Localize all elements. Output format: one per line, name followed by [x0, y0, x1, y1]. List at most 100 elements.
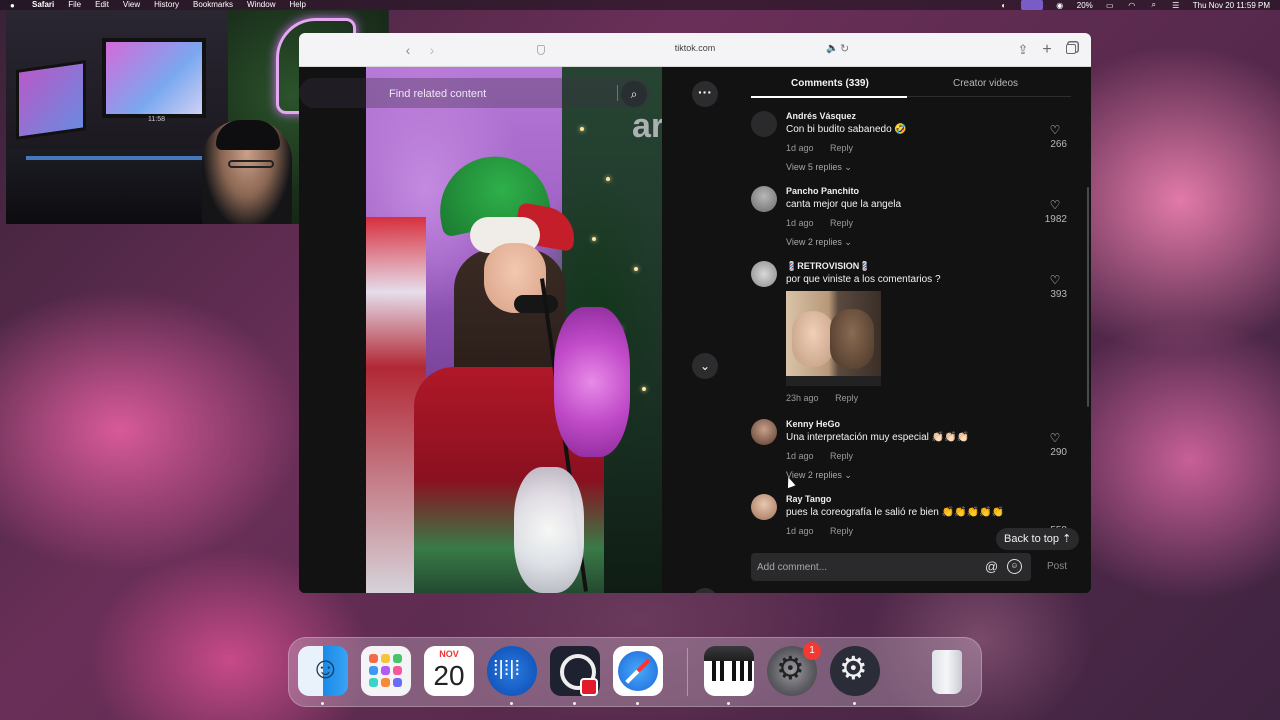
- running-indicator: [853, 702, 856, 705]
- menubar-datetime[interactable]: Thu Nov 20 11:59 PM: [1193, 1, 1270, 10]
- record-status-icon[interactable]: ◉: [1055, 1, 1065, 10]
- avatar[interactable]: [751, 261, 777, 287]
- more-options-icon[interactable]: ···: [692, 81, 718, 107]
- tabs-overview-icon[interactable]: [1063, 41, 1079, 59]
- menu-edit[interactable]: Edit: [95, 0, 109, 10]
- comment-author[interactable]: 💈RETROVISION💈: [786, 261, 870, 272]
- volume-icon[interactable]: 🔊: [692, 588, 718, 593]
- menu-view[interactable]: View: [123, 0, 140, 10]
- like-count: 266: [1050, 139, 1067, 150]
- emoji-icon[interactable]: ☺: [1007, 559, 1022, 574]
- tree-light: [592, 237, 596, 241]
- chevron-left-icon[interactable]: ‹: [400, 41, 416, 59]
- wifi-icon[interactable]: ◠: [1127, 1, 1137, 10]
- safari-icon[interactable]: [613, 646, 663, 696]
- heart-icon[interactable]: ♡: [1048, 273, 1062, 287]
- comment-meme-image[interactable]: [786, 291, 881, 386]
- panel-tabs: Comments (339) Creator videos: [751, 67, 1071, 98]
- apple-menu-icon[interactable]: ●: [10, 1, 20, 10]
- audio-playing-icon[interactable]: 🔈: [826, 43, 838, 54]
- comment-meta: 1d ago Reply: [786, 526, 853, 536]
- browser-toolbar: ‹ › tiktok.com 🔈 ↻ ⇪ +: [299, 33, 1091, 67]
- finder-icon[interactable]: [298, 646, 348, 696]
- webcam-desk-light: [26, 156, 216, 160]
- avatar[interactable]: [751, 111, 777, 137]
- calendar-icon[interactable]: NOV 20: [424, 646, 474, 696]
- comment-text: Con bi budito sabanedo 🤣: [786, 124, 907, 135]
- search-icon[interactable]: ⌕: [621, 81, 647, 107]
- safari-window: ‹ › tiktok.com 🔈 ↻ ⇪ + ar Find related c…: [299, 33, 1091, 593]
- reply-button[interactable]: Reply: [830, 451, 853, 461]
- launchpad-icon[interactable]: [361, 646, 411, 696]
- ai-status-icon[interactable]: ◐: [999, 1, 1009, 10]
- share-icon[interactable]: ⇪: [1015, 41, 1031, 59]
- reply-button[interactable]: Reply: [830, 143, 853, 153]
- comment-time: 23h ago: [786, 393, 819, 403]
- comments-scrollbar[interactable]: [1087, 187, 1089, 407]
- chatgpt-icon[interactable]: [830, 646, 880, 696]
- running-indicator: [321, 702, 324, 705]
- screen-share-icon[interactable]: [1020, 0, 1043, 10]
- avatar[interactable]: [751, 419, 777, 445]
- chevron-right-icon[interactable]: ›: [424, 41, 440, 59]
- battery-icon[interactable]: ▭: [1105, 1, 1115, 10]
- video-player[interactable]: ar: [366, 67, 662, 593]
- reply-button[interactable]: Reply: [830, 218, 853, 228]
- related-search-placeholder[interactable]: Find related content: [389, 88, 486, 100]
- calendar-day: 20: [433, 660, 465, 691]
- tab-creator-videos[interactable]: Creator videos: [953, 78, 1018, 90]
- heart-icon[interactable]: ♡: [1048, 198, 1062, 212]
- tree-light: [642, 387, 646, 391]
- comment-meta: 1d ago Reply: [786, 143, 853, 153]
- menu-bookmarks[interactable]: Bookmarks: [193, 0, 233, 10]
- heart-icon[interactable]: ♡: [1048, 123, 1062, 137]
- view-replies-button[interactable]: View 2 replies ⌄: [786, 470, 852, 481]
- tab-comments[interactable]: Comments (339): [791, 78, 869, 90]
- menu-history[interactable]: History: [154, 0, 179, 10]
- back-to-top-button[interactable]: Back to top ⇡: [996, 528, 1080, 550]
- running-indicator: [510, 702, 513, 705]
- comment-input-row: @ ☺: [751, 553, 1031, 581]
- reply-button[interactable]: Reply: [835, 393, 858, 403]
- address-bar-url[interactable]: tiktok.com: [645, 43, 745, 53]
- chevron-down-icon[interactable]: ⌄: [692, 353, 718, 379]
- mention-icon[interactable]: @: [985, 559, 998, 574]
- menu-app-name[interactable]: Safari: [32, 0, 54, 10]
- menu-help[interactable]: Help: [289, 0, 305, 10]
- privacy-shield-icon[interactable]: [537, 45, 545, 55]
- battery-percent[interactable]: 20%: [1077, 1, 1093, 10]
- control-center-icon[interactable]: ☰: [1171, 1, 1181, 10]
- tree-light: [580, 127, 584, 131]
- comment-meta: 23h ago Reply: [786, 393, 858, 403]
- trash-icon[interactable]: [922, 646, 972, 696]
- plus-icon[interactable]: +: [1039, 41, 1055, 59]
- view-replies-button[interactable]: View 2 replies ⌄: [786, 237, 852, 248]
- heart-icon[interactable]: ♡: [1048, 431, 1062, 445]
- comment-author[interactable]: Andrés Vásquez: [786, 111, 856, 121]
- comment-item: 💈RETROVISION💈 por que viniste a los come…: [751, 261, 1071, 411]
- post-button[interactable]: Post: [1047, 561, 1067, 572]
- running-indicator: [636, 702, 639, 705]
- avatar[interactable]: [751, 494, 777, 520]
- menu-window[interactable]: Window: [247, 0, 275, 10]
- comment-author[interactable]: Pancho Panchito: [786, 186, 859, 196]
- comment-author[interactable]: Ray Tango: [786, 494, 831, 504]
- running-indicator: [573, 702, 576, 705]
- tree-light: [606, 177, 610, 181]
- comment-author[interactable]: Kenny HeGo: [786, 419, 840, 429]
- piano-app-icon[interactable]: [704, 646, 754, 696]
- audio-app-icon[interactable]: [487, 646, 537, 696]
- avatar[interactable]: [751, 186, 777, 212]
- view-replies-button[interactable]: View 5 replies ⌄: [786, 162, 852, 173]
- running-indicator: [727, 702, 730, 705]
- comment-input[interactable]: [757, 553, 977, 581]
- menu-file[interactable]: File: [68, 0, 81, 10]
- webcam-monitor-main: [102, 38, 206, 118]
- spotlight-search-icon[interactable]: ⌕: [1149, 0, 1159, 9]
- obs-icon[interactable]: [550, 646, 600, 696]
- meme-face-left: [792, 311, 834, 367]
- reply-button[interactable]: Reply: [830, 526, 853, 536]
- comment-text: por que viniste a los comentarios ?: [786, 274, 941, 285]
- menu-bar: ● Safari File Edit View History Bookmark…: [0, 0, 1280, 10]
- reload-icon[interactable]: ↻: [840, 42, 849, 55]
